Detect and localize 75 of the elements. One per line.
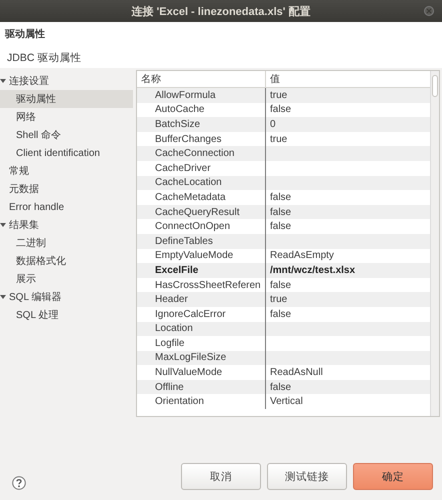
tree-item[interactable]: 元数据 [0, 180, 133, 198]
tree-item[interactable]: 常规 [0, 162, 133, 180]
property-name: CacheQueryResult [155, 206, 240, 218]
table-row[interactable]: CacheConnection [137, 146, 430, 161]
tree-item[interactable]: SQL 处理 [0, 306, 133, 324]
tree-item[interactable]: Shell 命令 [0, 126, 133, 144]
property-name: AllowFormula [155, 90, 216, 101]
help-icon[interactable] [12, 476, 26, 490]
property-name: BufferChanges [155, 134, 222, 145]
page-title: 驱动属性 [5, 28, 46, 41]
property-value[interactable]: false [270, 192, 292, 203]
table-row[interactable]: DefineTables [137, 234, 430, 249]
property-name: CacheMetadata [155, 192, 226, 203]
close-icon[interactable] [424, 6, 434, 16]
table-row[interactable]: CacheQueryResult false [137, 204, 430, 220]
property-name: Header [155, 294, 188, 306]
property-value[interactable]: false [270, 382, 292, 393]
property-name: CacheConnection [155, 148, 234, 160]
table-row[interactable]: Offline false [137, 380, 430, 394]
property-name: ExcelFile [155, 264, 198, 276]
property-name: Logfile [155, 338, 184, 349]
column-header[interactable]: 名称 [137, 71, 265, 87]
property-value[interactable]: false [270, 104, 292, 116]
tree-item[interactable]: 网络 [0, 108, 133, 126]
property-name: AutoCache [155, 104, 204, 116]
property-name: NullValueMode [155, 367, 222, 378]
property-value[interactable]: /mnt/wcz/test.xlsx [270, 264, 356, 276]
table-row[interactable]: ExcelFile /mnt/wcz/test.xlsx [137, 263, 430, 278]
table-row[interactable]: BatchSize 0 [137, 117, 430, 132]
property-name: CacheLocation [155, 177, 222, 188]
tree-item[interactable]: 二进制 [0, 234, 133, 252]
window-title: 连接 'Excel - linezonedata.xls' 配置 [132, 4, 310, 18]
property-name: Orientation [155, 396, 204, 408]
property-value[interactable]: true [270, 134, 288, 145]
tree-item[interactable]: 展示 [0, 270, 133, 288]
property-name: DefineTables [155, 236, 213, 247]
property-name: Offline [155, 382, 184, 393]
tree-item[interactable]: 结果集 [0, 216, 133, 234]
dialog-button[interactable]: 确定 [353, 463, 433, 490]
dialog-button[interactable]: 取消 [181, 463, 261, 490]
property-value[interactable]: true [270, 90, 288, 101]
property-name: EmptyValueMode [155, 250, 234, 262]
property-value[interactable]: true [270, 294, 288, 306]
expander-icon[interactable] [0, 222, 6, 228]
property-value[interactable]: false [270, 221, 292, 232]
property-value[interactable]: false [270, 308, 292, 320]
table-row[interactable]: Header true [137, 292, 430, 307]
property-value[interactable]: Vertical [270, 396, 303, 408]
dialog-button[interactable]: 测试链接 [267, 463, 347, 490]
property-name: MaxLogFileSize [155, 352, 226, 364]
tree-item[interactable]: Client identification [0, 144, 133, 162]
tree-item[interactable]: SQL 编辑器 [0, 288, 133, 306]
property-name: CacheDriver [155, 162, 211, 174]
tree-item[interactable]: Error handle [0, 198, 133, 216]
property-value[interactable]: 0 [270, 118, 276, 130]
property-name: ConnectOnOpen [155, 221, 230, 232]
property-value[interactable]: false [270, 206, 292, 218]
table-row[interactable]: CacheLocation [137, 176, 430, 190]
property-name: HasCrossSheetReferen [155, 280, 261, 291]
tree-item[interactable]: 连接设置 [0, 72, 133, 90]
tree-item[interactable]: 驱动属性 [0, 90, 133, 108]
table-row[interactable]: AllowFormula true [137, 88, 430, 103]
property-name: BatchSize [155, 118, 200, 130]
property-name: Location [155, 323, 193, 334]
property-value[interactable]: ReadAsNull [270, 367, 323, 378]
property-value[interactable]: ReadAsEmpty [270, 250, 334, 262]
page-subtitle: JDBC 驱动属性 [6, 51, 82, 65]
scrollbar[interactable] [430, 71, 439, 416]
tree-item[interactable]: 数据格式化 [0, 252, 133, 270]
property-name: IgnoreCalcError [155, 308, 226, 320]
table-row[interactable]: Location [137, 322, 430, 336]
expander-icon[interactable] [0, 78, 6, 84]
expander-icon[interactable] [0, 294, 6, 300]
property-value[interactable]: false [270, 280, 292, 291]
table-row[interactable]: MaxLogFileSize [137, 350, 430, 366]
